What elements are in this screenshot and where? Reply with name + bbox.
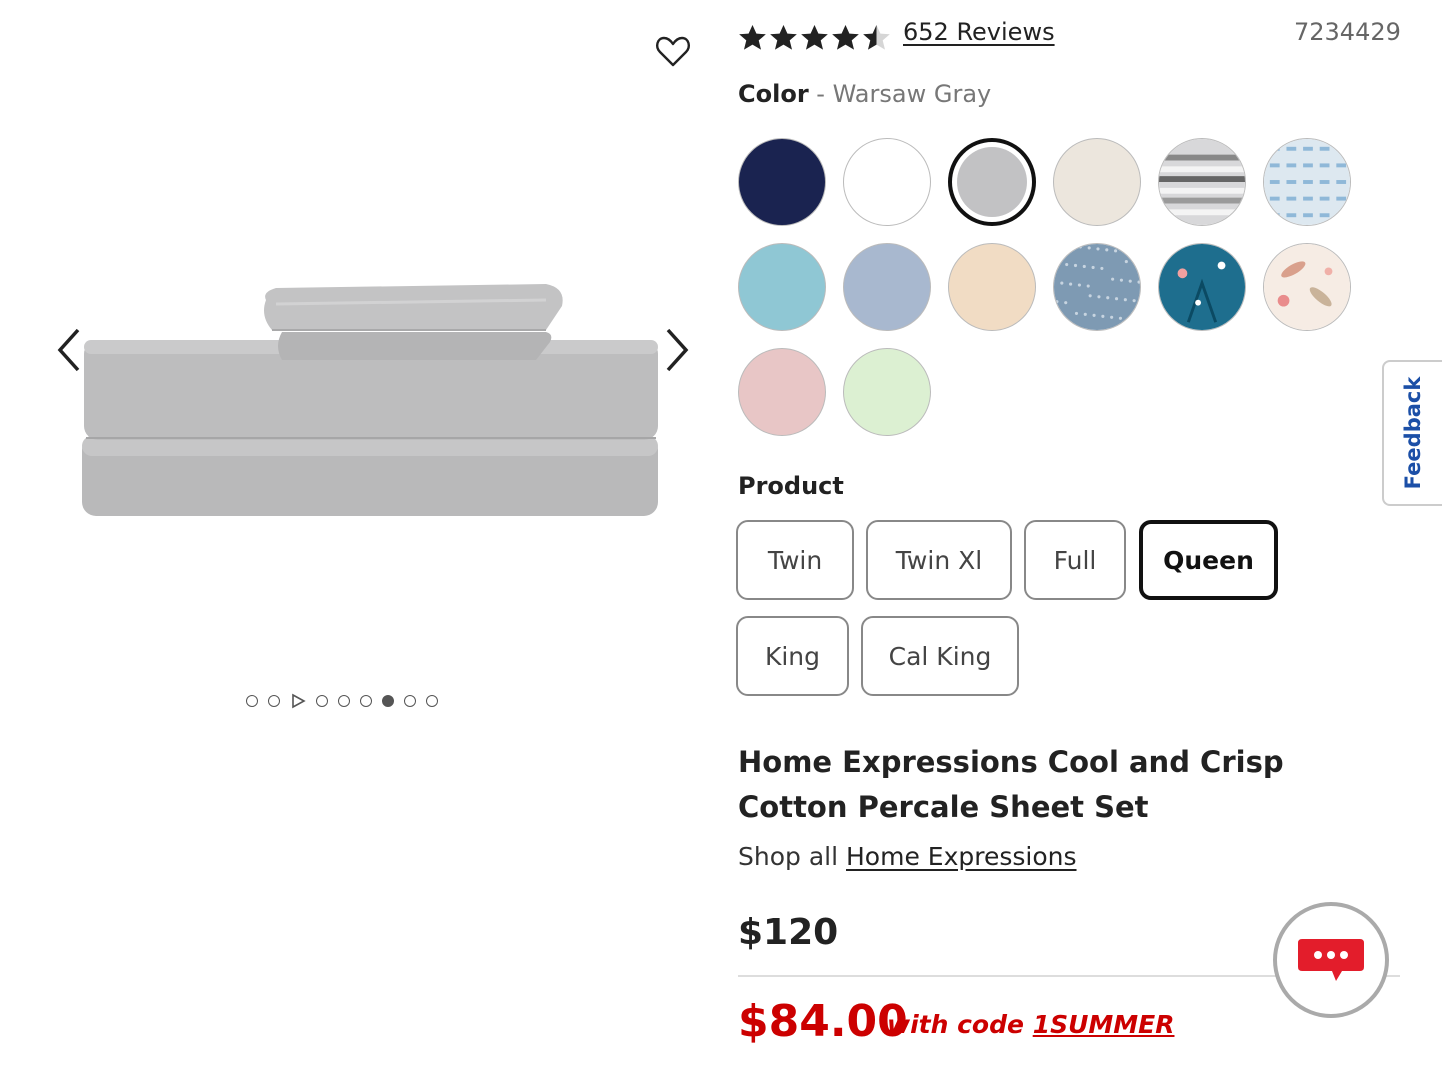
original-price: $120 xyxy=(738,912,839,953)
star-half-icon xyxy=(863,25,890,50)
shop-all-prefix: Shop all xyxy=(738,842,839,871)
pagination-dot-active[interactable] xyxy=(382,695,394,707)
star-full-icon xyxy=(770,25,797,50)
color-swatch[interactable] xyxy=(738,348,826,436)
swatch-pattern xyxy=(1264,139,1350,225)
pagination-dot[interactable] xyxy=(316,695,328,707)
item-number: 7234429 xyxy=(1294,18,1401,46)
color-label-separator: - xyxy=(816,80,825,108)
color-swatch[interactable] xyxy=(1158,138,1246,226)
swatch-pattern xyxy=(1264,244,1350,330)
color-swatch-selected[interactable] xyxy=(948,138,1036,226)
size-option-full[interactable]: Full xyxy=(1024,520,1126,600)
shop-all: Shop all Home Expressions xyxy=(738,842,1077,871)
product-image xyxy=(82,284,658,516)
star-full-icon xyxy=(832,25,859,50)
selected-color-name: Warsaw Gray xyxy=(832,80,992,108)
color-swatch[interactable] xyxy=(1053,243,1141,331)
color-swatch[interactable] xyxy=(1158,243,1246,331)
swatch-pattern xyxy=(1054,244,1140,330)
favorite-button[interactable] xyxy=(652,30,694,72)
brand-link[interactable]: Home Expressions xyxy=(846,842,1077,871)
star-full-icon xyxy=(801,25,828,50)
feedback-tab[interactable]: Feedback xyxy=(1382,360,1442,506)
product-title: Home Expressions Cool and Crisp Cotton P… xyxy=(738,745,1284,824)
size-option-king[interactable]: King xyxy=(736,616,849,696)
video-play-icon[interactable] xyxy=(290,693,306,709)
sale-price: $84.00 xyxy=(738,996,908,1047)
feedback-label: Feedback xyxy=(1401,376,1425,490)
promo-code-prefix: with code xyxy=(887,1010,1024,1039)
chat-bubble-icon xyxy=(1298,939,1364,981)
color-swatch[interactable] xyxy=(843,243,931,331)
star-full-icon xyxy=(739,25,766,50)
pagination-dot[interactable] xyxy=(360,695,372,707)
size-option-queen[interactable]: Queen xyxy=(1139,520,1278,600)
size-option-cal-king[interactable]: Cal King xyxy=(861,616,1019,696)
size-option-twin-xl[interactable]: Twin Xl xyxy=(866,520,1012,600)
pagination-dot[interactable] xyxy=(268,695,280,707)
pagination-dot[interactable] xyxy=(426,695,438,707)
color-label: Color - Warsaw Gray xyxy=(738,80,991,108)
promo-code-text: with code 1SUMMER xyxy=(887,1010,1174,1039)
color-swatch[interactable] xyxy=(948,243,1036,331)
swatch-pattern xyxy=(1159,139,1245,225)
color-swatch[interactable] xyxy=(1263,243,1351,331)
color-swatch[interactable] xyxy=(843,138,931,226)
color-label-key: Color xyxy=(738,80,809,108)
color-swatch[interactable] xyxy=(738,243,826,331)
rating-stars xyxy=(738,24,891,51)
pagination-dot[interactable] xyxy=(246,695,258,707)
heart-outline-icon xyxy=(656,36,690,67)
promo-code-link[interactable]: 1SUMMER xyxy=(1033,1010,1175,1039)
pagination-dot[interactable] xyxy=(338,695,350,707)
reviews-link[interactable]: 652 Reviews xyxy=(903,18,1055,46)
color-swatch-fill xyxy=(957,147,1027,217)
chat-button[interactable] xyxy=(1273,902,1389,1018)
color-swatch[interactable] xyxy=(1053,138,1141,226)
product-label: Product xyxy=(738,472,844,500)
color-swatch[interactable] xyxy=(1263,138,1351,226)
pagination-dot[interactable] xyxy=(404,695,416,707)
color-swatch[interactable] xyxy=(843,348,931,436)
swatch-pattern xyxy=(1159,244,1245,330)
image-pagination xyxy=(246,690,438,712)
size-option-twin[interactable]: Twin xyxy=(736,520,854,600)
color-swatch[interactable] xyxy=(738,138,826,226)
